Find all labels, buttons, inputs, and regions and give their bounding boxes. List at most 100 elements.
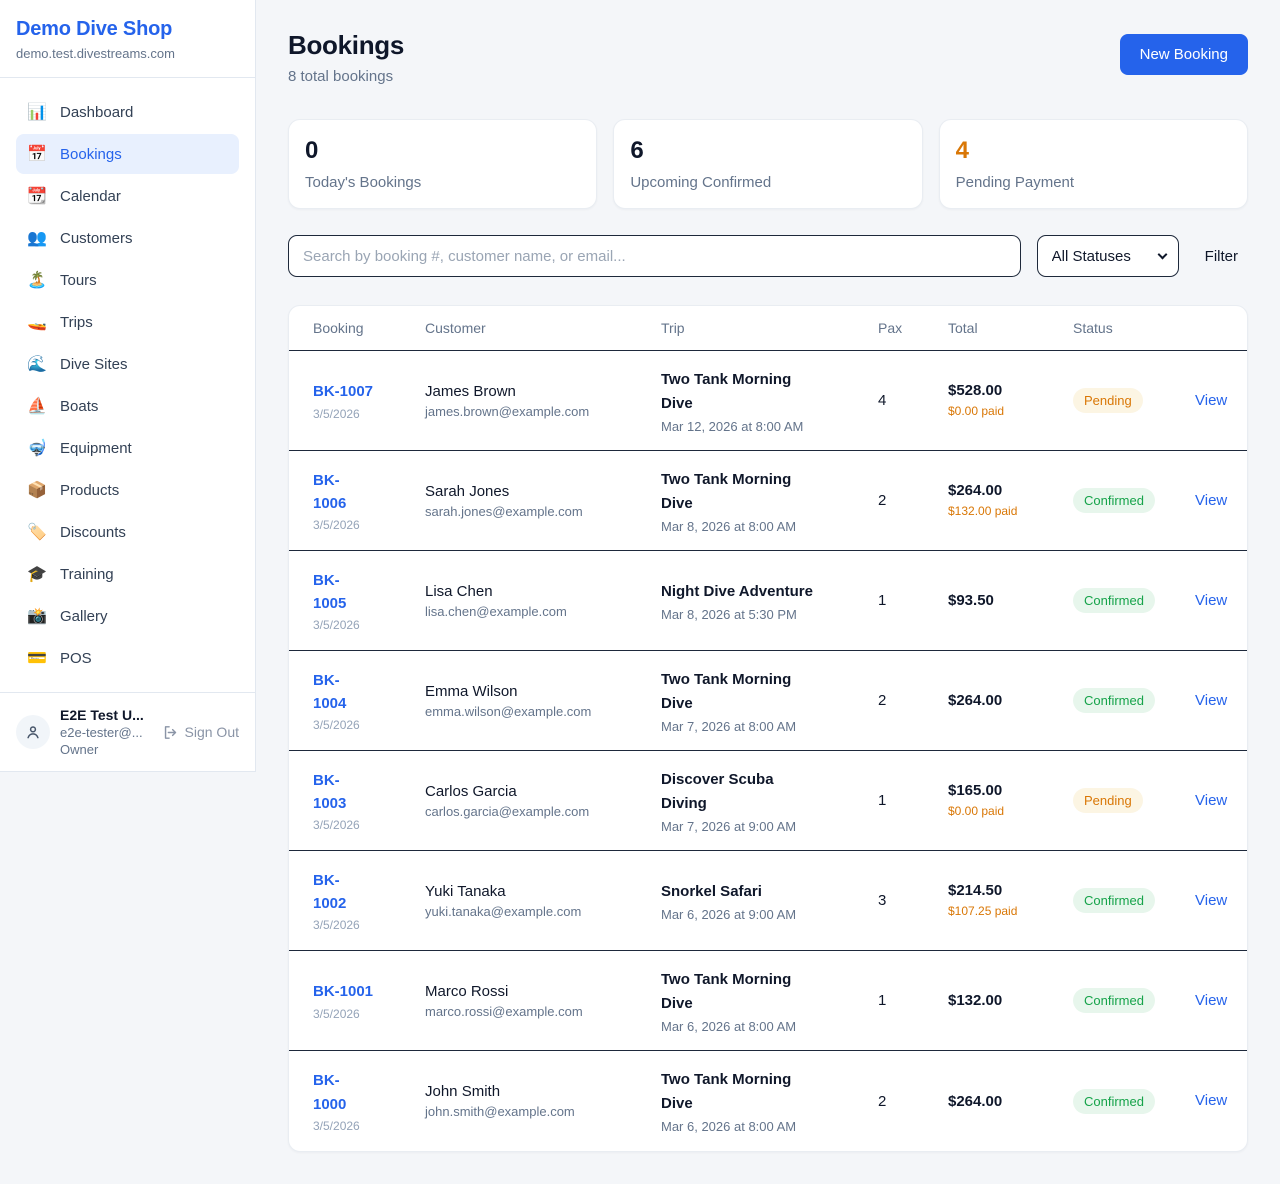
sailboat-icon: ⛵ — [26, 396, 48, 416]
diving-mask-icon: 🤿 — [26, 438, 48, 458]
total-amount: $528.00 — [948, 382, 1073, 399]
table-row: BK- 1003 3/5/2026 Carlos Garcia carlos.g… — [289, 751, 1247, 851]
customer-email: james.brown@example.com — [425, 404, 661, 419]
trip-datetime: Mar 8, 2026 at 8:00 AM — [661, 519, 878, 534]
booking-id-link[interactable]: BK- 1002 — [313, 869, 425, 916]
booking-date: 3/5/2026 — [313, 1119, 425, 1133]
view-link[interactable]: View — [1195, 492, 1227, 509]
booking-date: 3/5/2026 — [313, 618, 425, 632]
view-link[interactable]: View — [1195, 592, 1227, 609]
status-badge: Confirmed — [1073, 688, 1155, 713]
total-amount: $264.00 — [948, 1093, 1073, 1110]
booking-id-link[interactable]: BK- 1000 — [313, 1069, 425, 1116]
sidebar-nav: 📊 Dashboard 📅 Bookings 📆 Calendar 👥 Cust… — [0, 78, 255, 692]
person-icon — [24, 723, 42, 741]
page-title: Bookings — [288, 30, 404, 61]
status-filter-select[interactable]: All Statuses — [1037, 235, 1179, 277]
status-badge: Confirmed — [1073, 888, 1155, 913]
sidebar-item-label: Equipment — [60, 440, 132, 457]
customer-name: John Smith — [425, 1083, 661, 1100]
trip-name: Snorkel Safari — [661, 880, 878, 904]
stat-value: 6 — [630, 137, 905, 165]
sign-out-button[interactable]: Sign Out — [162, 724, 239, 741]
status-badge: Confirmed — [1073, 488, 1155, 513]
filter-button[interactable]: Filter — [1195, 242, 1248, 271]
customer-name: Carlos Garcia — [425, 783, 661, 800]
table-row: BK- 1005 3/5/2026 Lisa Chen lisa.chen@ex… — [289, 551, 1247, 651]
sidebar-item-training[interactable]: 🎓 Training — [16, 554, 239, 594]
sidebar-item-dive-sites[interactable]: 🌊 Dive Sites — [16, 344, 239, 384]
sidebar-item-label: Discounts — [60, 524, 126, 541]
view-link[interactable]: View — [1195, 892, 1227, 909]
booking-id-link[interactable]: BK-1001 — [313, 980, 425, 1003]
stats-cards: 0 Today's Bookings 6 Upcoming Confirmed … — [288, 119, 1248, 209]
view-link[interactable]: View — [1195, 392, 1227, 409]
sidebar-item-dashboard[interactable]: 📊 Dashboard — [16, 92, 239, 132]
customer-email: lisa.chen@example.com — [425, 604, 661, 619]
shop-domain: demo.test.divestreams.com — [16, 46, 239, 61]
stat-label: Upcoming Confirmed — [630, 174, 905, 191]
sidebar-item-label: POS — [60, 650, 92, 667]
booking-id-link[interactable]: BK- 1004 — [313, 669, 425, 716]
sidebar-item-label: Training — [60, 566, 114, 583]
stat-card-pending-payment: 4 Pending Payment — [939, 119, 1248, 209]
sidebar-item-tours[interactable]: 🏝️ Tours — [16, 260, 239, 300]
sidebar-item-trips[interactable]: 🚤 Trips — [16, 302, 239, 342]
sidebar-item-label: Trips — [60, 314, 93, 331]
sidebar-item-label: Bookings — [60, 146, 122, 163]
new-booking-button[interactable]: New Booking — [1120, 34, 1248, 75]
table-row: BK- 1004 3/5/2026 Emma Wilson emma.wilso… — [289, 651, 1247, 751]
booking-id-link[interactable]: BK- 1005 — [313, 569, 425, 616]
total-amount: $93.50 — [948, 592, 1073, 609]
booking-id-link[interactable]: BK- 1006 — [313, 469, 425, 516]
booking-date: 3/5/2026 — [313, 918, 425, 932]
status-filter: All Statuses — [1037, 235, 1179, 277]
trip-name: Two Tank Morning Dive — [661, 468, 878, 516]
sidebar-item-label: Boats — [60, 398, 98, 415]
column-header-trip: Trip — [661, 320, 878, 336]
sidebar-item-boats[interactable]: ⛵ Boats — [16, 386, 239, 426]
view-link[interactable]: View — [1195, 1092, 1227, 1109]
sidebar-item-calendar[interactable]: 📆 Calendar — [16, 176, 239, 216]
trip-name: Discover Scuba Diving — [661, 768, 878, 816]
paid-amount: $0.00 paid — [948, 402, 1034, 420]
calendar-icon: 📅 — [26, 144, 48, 164]
stat-value: 4 — [956, 137, 1231, 165]
pax-count: 2 — [878, 1093, 948, 1110]
sidebar-item-discounts[interactable]: 🏷️ Discounts — [16, 512, 239, 552]
view-link[interactable]: View — [1195, 992, 1227, 1009]
sidebar-item-gallery[interactable]: 📸 Gallery — [16, 596, 239, 636]
booking-id-link[interactable]: BK-1007 — [313, 380, 425, 403]
sidebar-item-label: Customers — [60, 230, 133, 247]
sidebar-item-label: Calendar — [60, 188, 121, 205]
table-row: BK- 1002 3/5/2026 Yuki Tanaka yuki.tanak… — [289, 851, 1247, 951]
search-input[interactable] — [288, 235, 1021, 277]
sidebar-item-products[interactable]: 📦 Products — [16, 470, 239, 510]
user-name: E2E Test U... — [60, 707, 144, 723]
view-link[interactable]: View — [1195, 792, 1227, 809]
trip-name: Two Tank Morning Dive — [661, 968, 878, 1016]
sidebar-item-label: Dashboard — [60, 104, 133, 121]
sidebar-item-pos[interactable]: 💳 POS — [16, 638, 239, 678]
booking-date: 3/5/2026 — [313, 407, 425, 421]
status-badge: Confirmed — [1073, 988, 1155, 1013]
bookings-table: Booking Customer Trip Pax Total Status B… — [288, 305, 1248, 1152]
sidebar-item-equipment[interactable]: 🤿 Equipment — [16, 428, 239, 468]
user-info: E2E Test U... e2e-tester@... Owner — [60, 707, 144, 757]
column-header-booking: Booking — [313, 320, 425, 336]
column-header-status: Status — [1073, 320, 1195, 336]
main-content: Bookings 8 total bookings New Booking 0 … — [256, 0, 1280, 1184]
customer-name: Lisa Chen — [425, 583, 661, 600]
sidebar-item-label: Gallery — [60, 608, 108, 625]
logout-icon — [162, 724, 179, 741]
sidebar-item-label: Tours — [60, 272, 97, 289]
sidebar-item-customers[interactable]: 👥 Customers — [16, 218, 239, 258]
view-link[interactable]: View — [1195, 692, 1227, 709]
booking-id-link[interactable]: BK- 1003 — [313, 769, 425, 816]
tear-off-calendar-icon: 📆 — [26, 186, 48, 206]
sidebar-item-bookings[interactable]: 📅 Bookings — [16, 134, 239, 174]
trip-name: Two Tank Morning Dive — [661, 668, 878, 716]
pax-count: 2 — [878, 492, 948, 509]
customer-name: Sarah Jones — [425, 483, 661, 500]
paid-amount: $107.25 paid — [948, 902, 1034, 920]
